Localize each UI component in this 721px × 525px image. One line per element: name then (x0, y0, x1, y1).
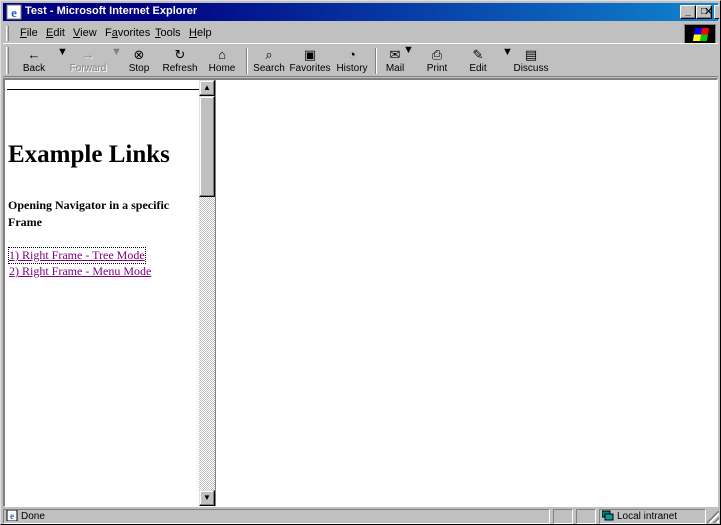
arrow-up-icon: ▲ (203, 83, 211, 92)
search-button[interactable]: ⌕ Search (251, 46, 287, 76)
svg-text:e: e (11, 5, 17, 20)
minimize-icon: _ (685, 6, 691, 17)
close-icon: ✕ (704, 6, 714, 18)
intranet-zone-icon (602, 510, 614, 521)
scroll-up-button[interactable]: ▲ (199, 80, 215, 96)
left-frame: Example Links Opening Navigator in a spe… (5, 80, 215, 506)
toolbar-separator (246, 48, 248, 74)
left-frame-document: Example Links Opening Navigator in a spe… (5, 80, 199, 506)
menu-grip[interactable] (6, 26, 9, 41)
menu-file[interactable]: File (20, 27, 38, 39)
edit-button[interactable]: ✎ Edit (463, 46, 493, 76)
menu-help[interactable]: Help (189, 27, 212, 39)
mail-dropdown-icon[interactable]: ▼ (403, 44, 414, 74)
favorites-button[interactable]: ▣ Favorites (287, 46, 333, 76)
favorites-icon: ▣ (303, 47, 317, 62)
search-icon: ⌕ (265, 47, 273, 62)
left-frame-scrollbar[interactable]: ▲ ▼ (199, 80, 215, 506)
home-icon: ⌂ (218, 47, 226, 62)
forward-button[interactable]: → Forward (66, 46, 110, 76)
toolbar-grip[interactable] (6, 47, 9, 74)
status-panel-security (576, 509, 596, 524)
page-heading: Example Links (8, 141, 170, 168)
toolbar-separator (375, 48, 377, 74)
scroll-thumb[interactable] (199, 96, 215, 197)
link-tree-mode[interactable]: 1) Right Frame - Tree Mode (8, 247, 146, 264)
link-menu-mode[interactable]: 2) Right Frame - Menu Mode (9, 264, 151, 279)
close-button[interactable]: ✕ (704, 5, 713, 18)
resize-grip[interactable] (707, 511, 719, 523)
browser-window: e Test - Microsoft Internet Explorer _ □… (0, 0, 721, 525)
minimize-button[interactable]: _ (680, 5, 696, 19)
history-icon: ◔ (348, 47, 356, 62)
print-button[interactable]: ⎙ Print (421, 46, 453, 76)
home-button[interactable]: ⌂ Home (205, 46, 239, 76)
status-zone-panel: Local intranet (599, 509, 706, 524)
status-text: Done (21, 511, 45, 522)
refresh-icon: ↻ (174, 47, 186, 62)
arrow-down-icon: ▼ (203, 493, 211, 502)
forward-dropdown-icon[interactable]: ▼ (111, 46, 122, 76)
print-icon: ⎙ (431, 47, 443, 62)
menu-view[interactable]: View (73, 27, 97, 39)
discuss-icon: ▤ (524, 47, 538, 62)
menu-edit[interactable]: Edit (46, 27, 65, 39)
right-frame[interactable] (215, 80, 717, 506)
status-panel-progress (553, 509, 573, 524)
history-button[interactable]: ◔ History (334, 46, 370, 76)
menu-tools[interactable]: Tools (155, 27, 181, 39)
menu-favorites[interactable]: Favorites (105, 27, 150, 39)
status-bar: e Done Local intranet (3, 508, 719, 524)
horizontal-rule (7, 89, 199, 90)
stop-icon: ⊗ (133, 47, 145, 62)
browser-content: Example Links Opening Navigator in a spe… (3, 78, 718, 507)
title-bar[interactable]: e Test - Microsoft Internet Explorer _ □ (3, 3, 719, 21)
page-subheading: Opening Navigator in a specific Frame (8, 198, 170, 229)
back-arrow-icon: ← (27, 47, 41, 62)
scroll-down-button[interactable]: ▼ (199, 490, 215, 506)
zone-label: Local intranet (617, 511, 678, 522)
windows-logo-icon (692, 28, 710, 41)
status-text-panel: e Done (3, 509, 550, 524)
stop-button[interactable]: ⊗ Stop (122, 46, 156, 76)
svg-text:e: e (10, 511, 14, 521)
page-done-icon: e (6, 510, 18, 521)
discuss-button[interactable]: ▤ Discuss (511, 46, 551, 76)
refresh-button[interactable]: ↻ Refresh (160, 46, 200, 76)
standard-toolbar: ← Back ▼ → Forward ▼ ⊗ Stop ↻ Refresh ⌂ … (3, 43, 718, 77)
ie-logo-icon: e (6, 4, 22, 20)
edit-icon: ✎ (472, 47, 484, 62)
throbber (684, 24, 716, 44)
back-button[interactable]: ← Back (16, 46, 52, 76)
window-title: Test - Microsoft Internet Explorer (25, 5, 198, 17)
menu-bar: File Edit View Favorites Tools Help (3, 23, 718, 43)
forward-arrow-icon: → (81, 47, 95, 62)
